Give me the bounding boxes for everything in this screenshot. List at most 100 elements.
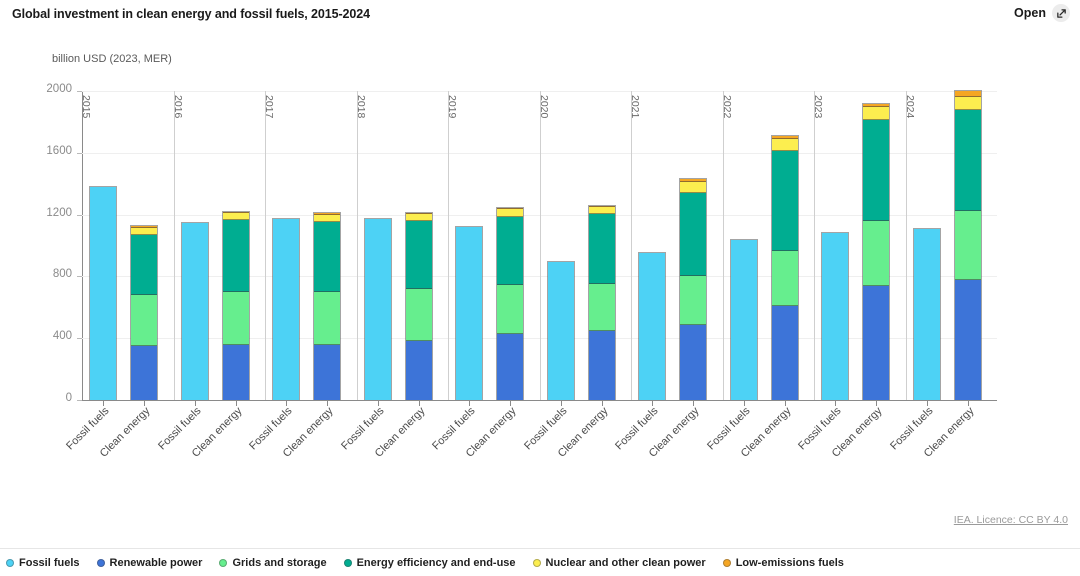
y-tick-mark [77,214,82,216]
bar-fossil-fuels[interactable] [912,227,941,400]
bar-segment-grids-and-storage [222,291,249,346]
bar-fossil-fuels[interactable] [821,231,850,400]
chart-plot-area: 0 400 800 1200 1600 2000 2015 Fossil fuels Clean… [46,83,997,460]
legend-item-label: Low-emissions fuels [735,556,844,569]
bar-fossil-fuels[interactable] [455,226,484,400]
group-separator [722,91,724,400]
legend-color-dot [343,558,352,567]
chart-page: Global investment in clean energy and fo… [0,0,1080,576]
y-tick-label: 1600 [46,144,72,157]
legend-color-dot [96,558,105,567]
x-axis-label-fossil-fuels: Fossil fuels [64,405,112,453]
bar-segment-nuclear-and-other-clean-power [954,96,981,110]
bar-segment-fossil-fuels [273,218,300,400]
bar-clean-energy[interactable] [862,102,891,400]
bar-segment-energy-efficiency-and-end-use [131,234,158,295]
year-label: 2015 [80,95,92,119]
bar-segment-nuclear-and-other-clean-power [588,207,615,215]
chart-subtitle: billion USD (2023, MER) [52,53,172,65]
legend-color-dot [6,558,14,567]
bar-segment-nuclear-and-other-clean-power [680,181,707,194]
year-label: 2024 [903,95,916,119]
bar-clean-energy[interactable] [221,210,250,400]
bar-fossil-fuels[interactable] [546,260,575,400]
group-separator [631,91,632,400]
bar-segment-fossil-fuels [822,232,849,400]
year-label: 2018 [354,95,367,119]
group-separator [905,91,907,400]
bar-segment-fossil-fuels [181,223,208,400]
legend-item-low-emissions-fuels[interactable]: Low-emissions fuels [722,556,844,569]
bar-segment-nuclear-and-other-clean-power [131,227,158,235]
y-tick-mark [77,400,82,401]
bar-fossil-fuels[interactable] [272,217,301,400]
bar-segment-nuclear-and-other-clean-power [222,213,249,221]
legend-item-label: Nuclear and other clean power [545,556,706,569]
bar-segment-energy-efficiency-and-end-use [680,193,707,277]
bar-clean-energy[interactable] [587,204,616,400]
bar-segment-renewable-power [863,286,890,400]
bar-segment-nuclear-and-other-clean-power [771,139,798,151]
bar-clean-energy[interactable] [496,206,525,400]
legend-item-renewable-power[interactable]: Renewable power [96,557,202,569]
year-label: 2017 [263,95,275,119]
bar-segment-fossil-fuels [639,252,666,400]
legend-item-energy-efficiency-and-end-use[interactable]: Energy efficiency and end-use [343,557,516,569]
open-button[interactable]: Open [1014,4,1070,22]
expand-arrow-icon [1052,4,1070,22]
x-axis-label-clean-energy: Clean energy [921,405,977,460]
bar-clean-energy[interactable] [404,211,433,400]
group-separator [448,91,449,400]
bar-segment-nuclear-and-other-clean-power [497,209,524,218]
y-tick-label: 0 [65,392,72,404]
y-tick-mark [77,338,82,340]
bar-clean-energy[interactable] [770,135,799,400]
y-tick-mark [77,276,82,278]
y-tick-label: 400 [52,330,72,343]
bar-fossil-fuels[interactable] [89,186,118,400]
bar-segment-grids-and-storage [954,211,981,280]
group-separator [539,91,541,400]
bar-segment-fossil-fuels [90,187,117,400]
bar-segment-grids-and-storage [680,276,707,326]
chart-legend: Fossil fuels Renewable power Grids and sto… [0,548,1080,576]
legend-item-fossil-fuels[interactable]: Fossil fuels [6,557,80,569]
bar-segment-renewable-power [771,306,798,400]
bar-fossil-fuels[interactable] [729,238,758,400]
bar-segment-renewable-power [131,346,158,400]
legend-color-dot [722,558,731,567]
group-separator [356,91,358,400]
legend-item-nuclear-and-other-clean-power[interactable]: Nuclear and other clean power [532,556,706,569]
bar-segment-energy-efficiency-and-end-use [954,109,981,212]
bar-fossil-fuels[interactable] [363,217,392,400]
bar-clean-energy[interactable] [679,178,708,400]
bar-clean-energy[interactable] [130,225,159,400]
y-tick-label: 800 [52,268,72,281]
bar-clean-energy[interactable] [953,90,982,400]
bar-segment-energy-efficiency-and-end-use [771,150,798,251]
legend-item-grids-and-storage[interactable]: Grids and storage [219,557,327,569]
bar-segment-energy-efficiency-and-end-use [588,214,615,284]
licence-link[interactable]: IEA. Licence: CC BY 4.0 [954,514,1068,526]
bar-segment-renewable-power [588,330,615,400]
year-label: 2020 [537,95,550,119]
bar-segment-energy-efficiency-and-end-use [222,220,249,292]
page-title: Global investment in clean energy and fo… [12,7,370,21]
bar-segment-grids-and-storage [588,283,615,331]
group-separator [265,91,266,400]
bar-segment-grids-and-storage [131,294,158,347]
bar-fossil-fuels[interactable] [180,222,209,400]
y-tick-mark [77,152,82,154]
y-tick-label: 2000 [46,83,72,95]
bar-segment-grids-and-storage [405,289,432,341]
bar-segment-grids-and-storage [863,221,890,287]
bar-segment-fossil-fuels [730,239,757,400]
y-tick-mark [77,91,82,92]
bar-clean-energy[interactable] [313,212,342,400]
bar-segment-fossil-fuels [456,227,483,400]
bar-fossil-fuels[interactable] [638,251,667,400]
bar-segment-renewable-power [497,333,524,400]
bar-segment-energy-efficiency-and-end-use [405,221,432,290]
year-label: 2019 [446,95,458,119]
group-separator [173,91,175,400]
